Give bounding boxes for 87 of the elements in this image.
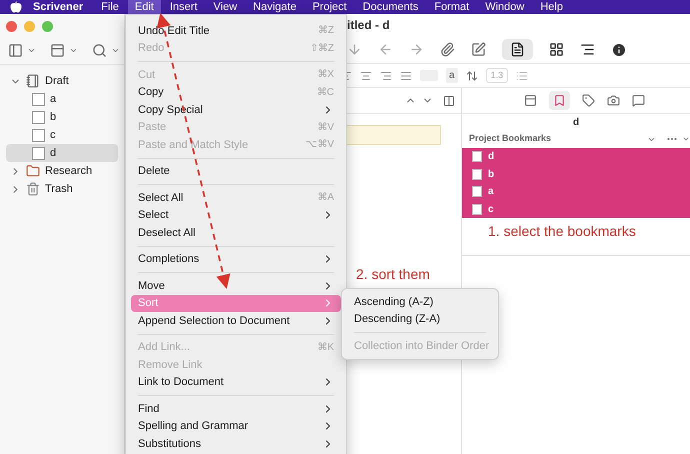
camera-icon[interactable] <box>607 94 620 107</box>
document-view-button[interactable] <box>502 39 533 60</box>
document-icon[interactable] <box>510 42 525 57</box>
shortcut-label: ⌘V <box>317 120 334 135</box>
menu-item[interactable]: Append Selection to Document <box>131 312 341 330</box>
document-icon <box>472 168 482 180</box>
menu-item[interactable]: Select All ⌘A <box>131 189 341 206</box>
comment-icon[interactable] <box>632 94 645 107</box>
bookmark-row[interactable]: b <box>462 166 690 183</box>
binder-item[interactable]: Research <box>6 162 118 180</box>
document-icon <box>472 186 482 198</box>
menu-item[interactable]: Copy Special <box>131 101 341 118</box>
menu-item[interactable]: Completions <box>131 250 341 268</box>
menu-item[interactable]: Substitutions <box>131 435 341 452</box>
shortcut-label: ⇧⌘Z <box>310 42 334 56</box>
menu-item[interactable]: Move <box>131 277 341 294</box>
bookmark-row[interactable]: a <box>462 183 690 200</box>
menu-item[interactable]: Copy ⌘C <box>131 84 341 101</box>
align-right-icon[interactable] <box>380 70 392 82</box>
folder-icon <box>26 164 40 178</box>
info-icon[interactable] <box>611 42 627 58</box>
document-icon <box>32 128 45 142</box>
menu-item[interactable]: Window <box>478 0 532 14</box>
menu-item[interactable]: Find <box>131 400 341 418</box>
menu-item[interactable]: Navigate <box>246 0 304 14</box>
justify-icon[interactable] <box>400 70 412 82</box>
menu-item[interactable]: Documents <box>356 0 426 14</box>
compose-icon[interactable] <box>471 42 486 57</box>
menu-item[interactable]: Delete <box>131 162 341 180</box>
tag-icon[interactable] <box>582 94 595 107</box>
outline-icon[interactable] <box>580 42 595 57</box>
shortcut-label: ⌘C <box>316 86 334 100</box>
bookmarks-header: Project Bookmarks <box>469 132 552 146</box>
font-style-dropdown[interactable]: a <box>446 68 458 83</box>
menu-item[interactable]: Ascending (A-Z) <box>347 293 493 310</box>
document-icon <box>32 92 45 106</box>
shortcut-label: ⌘A <box>317 191 334 206</box>
binder-item[interactable]: Trash <box>6 180 118 198</box>
sidebar-icon[interactable] <box>8 42 23 58</box>
line-spacing-icon[interactable] <box>466 70 478 82</box>
menu-item[interactable]: Link to Document <box>131 374 341 391</box>
menu-item[interactable]: File <box>94 0 126 14</box>
bookmark-row[interactable]: d <box>462 148 690 166</box>
corkboard-icon[interactable] <box>549 42 564 57</box>
bookmark-icon[interactable] <box>553 94 566 107</box>
binder-item[interactable]: c <box>6 126 118 144</box>
close-window-button[interactable] <box>6 21 17 32</box>
annotation-text: 1. select the bookmarks <box>488 222 637 241</box>
menu-item[interactable]: Help <box>533 0 570 14</box>
document-icon <box>32 146 45 160</box>
document-icon <box>472 204 482 215</box>
panel-icon[interactable] <box>50 42 65 58</box>
annotation-text: 2. sort them <box>356 265 430 284</box>
shortcut-label: ⌘X <box>317 68 334 82</box>
app-menu[interactable]: Scrivener <box>24 0 92 16</box>
binder-item[interactable]: Draft <box>6 72 118 90</box>
search-icon[interactable] <box>92 42 107 58</box>
menu-item[interactable]: Spelling and Grammar <box>131 418 341 435</box>
menu-item[interactable]: View <box>206 0 244 14</box>
shortcut-label: ⌘Z <box>318 24 334 38</box>
document-icon <box>32 110 45 124</box>
notebook-icon <box>26 74 40 88</box>
menu-item[interactable]: Undo Edit Title ⌘Z <box>131 22 341 40</box>
trash-icon <box>26 182 40 196</box>
document-icon <box>472 151 482 162</box>
paperclip-icon[interactable] <box>440 42 455 57</box>
menu-item[interactable]: Select <box>131 206 341 224</box>
chevron-down-icon[interactable] <box>682 135 690 143</box>
notes-icon[interactable] <box>524 94 537 107</box>
binder-item[interactable]: b <box>6 108 118 126</box>
menu-item[interactable]: Descending (Z-A) <box>347 310 493 328</box>
split-view-icon[interactable] <box>443 94 455 106</box>
menu-item[interactable]: Deselect All <box>131 224 341 242</box>
binder-item[interactable]: a <box>6 90 118 108</box>
shortcut-label: ⌘K <box>317 340 334 355</box>
apple-icon[interactable] <box>10 1 22 13</box>
menu-item[interactable]: Insert <box>162 0 204 14</box>
align-center-icon[interactable] <box>360 70 372 82</box>
shortcut-label: ⌥⌘V <box>305 138 334 152</box>
menu-item[interactable]: Format <box>427 0 476 14</box>
bookmarks-tab[interactable] <box>549 91 570 110</box>
document-title: d <box>572 116 580 130</box>
binder-item[interactable]: d <box>6 144 118 162</box>
menu-item[interactable]: Edit <box>128 0 161 14</box>
bookmark-row[interactable]: c <box>462 200 690 218</box>
window-title: itled - d <box>347 17 390 34</box>
menu-item[interactable]: Project <box>305 0 354 14</box>
